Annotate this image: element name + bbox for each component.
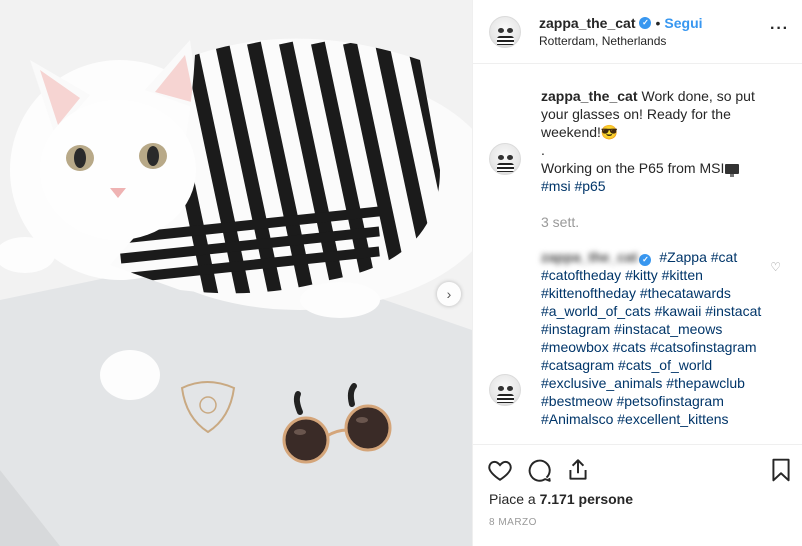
comment-like-heart-icon[interactable]: ♡ [770,260,781,274]
likes-suffix: persone [574,491,633,507]
more-options-icon[interactable]: ··· [770,20,789,38]
hashtag[interactable]: #cats_of_world [618,357,712,373]
hashtag[interactable]: #a_world_of_cats [541,303,651,319]
hashtag[interactable]: #msi [541,178,571,194]
caption-dot: . [541,142,545,158]
avatar[interactable] [489,374,521,406]
post-photo[interactable]: › [0,0,472,546]
hashtag[interactable]: #cat [711,249,737,265]
chevron-right-icon: › [446,286,452,302]
comment-bubble-icon[interactable] [527,457,553,483]
hashtag[interactable]: #p65 [574,178,605,194]
hashtag[interactable]: #catsofinstagram [650,339,757,355]
comments-section: zappa_the_cat Work done, so put your glas… [473,64,802,444]
hashtag[interactable]: #cats [613,339,646,355]
monitor-emoji-icon [725,164,740,178]
hashtag[interactable]: #kitten [662,267,703,283]
caption-body: zappa_the_cat Work done, so put your glas… [541,87,777,231]
likes-number: 7.171 [539,491,575,507]
hashtag[interactable]: #excellent_kittens [617,411,728,427]
hashtag[interactable]: #instacat_meows [614,321,722,337]
caption-username[interactable]: zappa_the_cat [541,88,637,104]
post-panel: zappa_the_cat ✓ • Segui Rotterdam, Nethe… [472,0,802,546]
caption-time[interactable]: 3 sett. [541,214,579,230]
cat-photo-illustration [0,0,472,546]
hashtag[interactable]: #Zappa [659,249,706,265]
likes-prefix: Piace a [489,491,540,507]
hashtag[interactable]: #thecatawards [640,285,731,301]
caption-text-2: Working on the P65 from MSI [541,160,725,176]
share-icon[interactable] [565,457,591,483]
hashtag[interactable]: #catsagram [541,357,614,373]
next-photo-button[interactable]: › [437,282,461,306]
verified-badge-icon: ✓ [639,17,652,29]
hashtag[interactable]: #bestmeow [541,393,613,409]
heart-icon[interactable] [487,457,513,483]
likes-count[interactable]: Piace a 7.171 persone [489,491,633,507]
comment-username[interactable]: zappa_the_cat [541,249,637,265]
hashtag[interactable]: #instacat [705,303,761,319]
hashtag[interactable]: #kittenoftheday [541,285,636,301]
avatar[interactable] [489,15,521,48]
post-date[interactable]: 8 MARZO [489,517,537,528]
comment-body: zappa_the_cat ✓ #Zappa #cat #catoftheday … [541,248,777,428]
post-actions: Piace a 7.171 persone 8 MARZO [473,444,802,546]
hashtag[interactable]: #instagram [541,321,610,337]
verified-badge-icon: ✓ [639,254,652,266]
hashtag[interactable]: #Animalsco [541,411,613,427]
follow-button[interactable]: Segui [664,15,702,31]
separator-dot: • [655,15,661,31]
header-username[interactable]: zappa_the_cat [539,15,635,31]
hashtag[interactable]: #thepawclub [666,375,745,391]
avatar[interactable] [489,143,521,175]
bookmark-icon[interactable] [768,457,794,483]
location-link[interactable]: Rotterdam, Netherlands [539,34,703,48]
hashtag[interactable]: #kawaii [655,303,702,319]
hashtag[interactable]: #petsofinstagram [616,393,723,409]
hashtag[interactable]: #kitty [625,267,658,283]
hashtag[interactable]: #catoftheday [541,267,621,283]
hashtag[interactable]: #meowbox [541,339,609,355]
post-header: zappa_the_cat ✓ • Segui Rotterdam, Nethe… [473,0,802,64]
hashtag[interactable]: #exclusive_animals [541,375,662,391]
